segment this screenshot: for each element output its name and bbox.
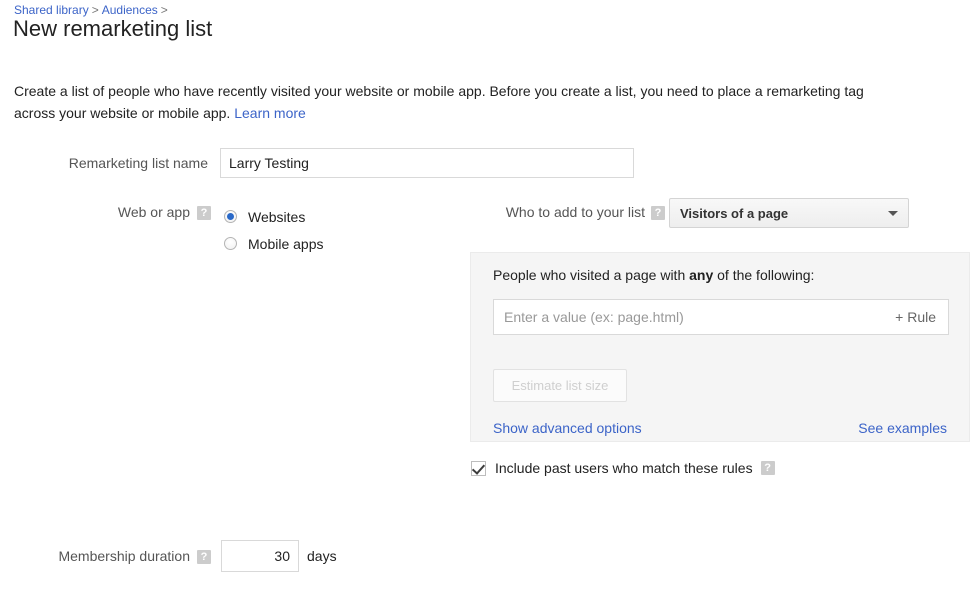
breadcrumb-link-audiences[interactable]: Audiences (102, 3, 158, 17)
remarketing-list-name-input[interactable] (220, 148, 634, 178)
include-past-users-row: Include past users who match these rules… (471, 460, 775, 476)
remarketing-list-page: Shared library > Audiences > New remarketin… (0, 0, 975, 616)
breadcrumb-link-shared-library[interactable]: Shared library (14, 3, 89, 17)
help-icon-who-to-add[interactable]: ? (651, 206, 665, 220)
membership-duration-input[interactable] (221, 540, 299, 572)
help-icon-web-or-app[interactable]: ? (197, 206, 211, 220)
remarketing-list-name-label: Remarketing list name (68, 155, 208, 171)
show-advanced-options-link[interactable]: Show advanced options (493, 420, 642, 436)
radio-option-mobile-apps[interactable]: Mobile apps (224, 230, 324, 257)
chevron-down-icon (888, 210, 898, 216)
see-examples-link[interactable]: See examples (858, 420, 947, 436)
breadcrumb-separator: > (91, 3, 99, 17)
rules-heading: People who visited a page with any of th… (493, 267, 814, 283)
description-text: Create a list of people who have recentl… (14, 83, 864, 121)
rule-input-container: + Rule (493, 299, 949, 335)
include-past-users-checkbox[interactable] (471, 460, 486, 476)
estimate-list-size-button[interactable]: Estimate list size (493, 369, 627, 402)
learn-more-link[interactable]: Learn more (234, 105, 306, 121)
radio-mobile-apps-indicator[interactable] (224, 237, 237, 250)
rule-value-input[interactable] (494, 300, 884, 334)
include-past-users-label: Include past users who match these rules (495, 460, 753, 476)
membership-duration-unit: days (307, 548, 337, 564)
who-to-add-label: Who to add to your list (505, 204, 645, 220)
who-to-add-dropdown[interactable]: Visitors of a page (669, 198, 909, 228)
rules-panel: People who visited a page with any of th… (470, 252, 970, 442)
radio-mobile-apps-label: Mobile apps (248, 235, 324, 252)
breadcrumb-separator-trailing: > (160, 3, 168, 17)
add-rule-button[interactable]: + Rule (883, 309, 948, 325)
page-title: New remarketing list (13, 16, 213, 41)
rules-heading-prefix: People who visited a page with (493, 267, 690, 283)
help-icon-include-past-users[interactable]: ? (760, 461, 775, 475)
page-description: Create a list of people who have recentl… (14, 80, 904, 124)
membership-duration-label: Membership duration (58, 548, 190, 564)
breadcrumb: Shared library > Audiences > (14, 3, 171, 17)
radio-option-websites[interactable]: Websites (224, 203, 324, 230)
radio-websites-indicator[interactable] (224, 210, 237, 223)
who-to-add-selected-value: Visitors of a page (680, 205, 789, 221)
rules-heading-emphasis: any (689, 267, 714, 283)
web-or-app-label: Web or app (117, 204, 190, 220)
radio-websites-label: Websites (248, 208, 306, 225)
help-icon-membership-duration[interactable]: ? (197, 550, 211, 564)
web-or-app-radio-group: Websites Mobile apps (224, 203, 324, 257)
rules-heading-suffix: of the following: (713, 267, 815, 283)
